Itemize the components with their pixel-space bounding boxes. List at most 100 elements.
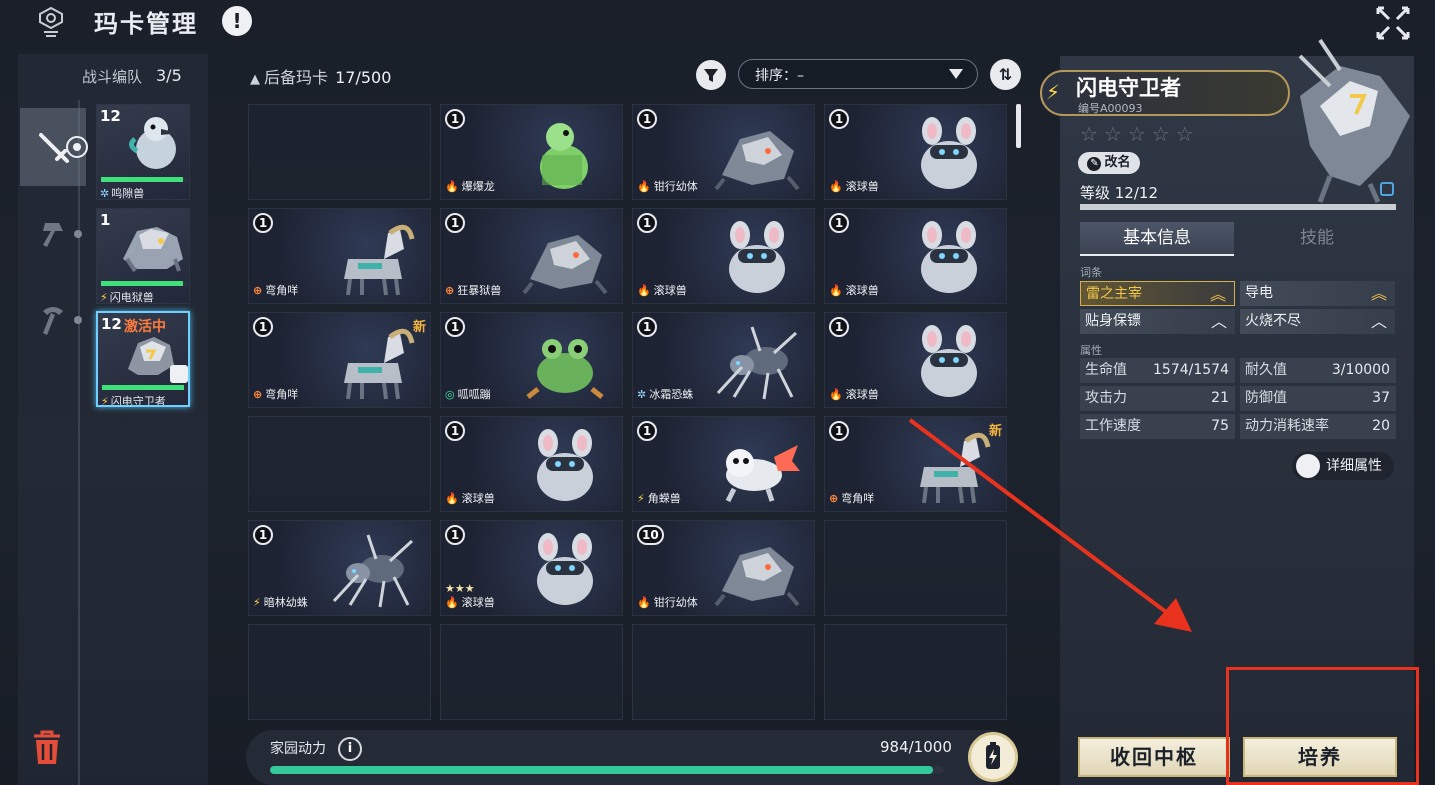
card-level: 1 <box>445 317 465 337</box>
pet-mouse-image <box>520 531 610 609</box>
stat-row: 防御值 37 <box>1240 386 1396 411</box>
team-card-level: 1 <box>100 211 111 229</box>
card-name-text: 滚球兽 <box>845 180 879 193</box>
tab-skills[interactable]: 技能 <box>1240 222 1394 256</box>
maka-card[interactable]: 1 🔥 滚球兽 <box>632 208 815 304</box>
new-badge: 新 <box>412 320 426 335</box>
ice-element-icon: ✲ <box>637 388 647 401</box>
stat-value: 37 <box>1372 390 1390 406</box>
plus-element-icon: ⊕ <box>253 388 263 401</box>
pet-id: 编号A00093 <box>1078 102 1143 115</box>
help-info-button[interactable]: ! <box>222 6 252 36</box>
empty-card-slot[interactable] <box>632 624 815 720</box>
pet-spider-image <box>328 531 418 609</box>
empty-card-slot[interactable] <box>248 104 431 200</box>
card-name: ◎ 呱呱蹦 <box>445 386 491 402</box>
card-name: 🔥 爆爆龙 <box>445 178 495 194</box>
reserve-triangle-icon: ▲ <box>250 72 260 87</box>
card-name: 🔥 滚球兽 <box>829 282 879 298</box>
team-card-level: 12 <box>101 315 122 333</box>
double-chevron-up-icon: ︽ <box>1370 284 1387 303</box>
pet-mech-beast-icon <box>123 227 183 273</box>
stat-row: 攻击力 21 <box>1080 386 1235 411</box>
tab-basic-info[interactable]: 基本信息 <box>1080 222 1234 256</box>
attributes-label: 属性 <box>1080 344 1102 357</box>
team-label: 战斗编队 <box>82 68 143 86</box>
chevron-up-icon: ︿ <box>1370 312 1387 331</box>
funnel-icon <box>704 69 718 82</box>
maka-card[interactable]: 1 🔥 滚球兽 <box>824 208 1007 304</box>
maka-card[interactable]: 1 🔥 钳行幼体 <box>632 104 815 200</box>
maka-card[interactable]: 1 ⚡ 角蝾兽 <box>632 416 815 512</box>
team-card-level: 12 <box>100 107 121 125</box>
stat-value: 3/10000 <box>1331 362 1390 378</box>
card-level: 1 <box>445 109 465 129</box>
trait-name: 导电 <box>1245 285 1273 301</box>
filter-button[interactable] <box>696 60 726 90</box>
rename-button[interactable]: ✎ 改名 <box>1078 152 1140 174</box>
empty-card-slot[interactable] <box>440 624 623 720</box>
level-progress-bar <box>1080 204 1396 210</box>
maka-card[interactable]: 1 🔥 滚球兽 <box>440 416 623 512</box>
recall-to-hub-button[interactable]: 收回中枢 <box>1078 737 1230 777</box>
lock-icon[interactable] <box>1380 182 1394 196</box>
annotation-highlight-box <box>1226 667 1419 785</box>
maka-card[interactable]: 1 ◎ 呱呱蹦 <box>440 312 623 408</box>
maka-card[interactable]: 1 ⊕ 狂暴狱兽 <box>440 208 623 304</box>
empty-card-slot[interactable] <box>248 624 431 720</box>
fire-element-icon: 🔥 <box>445 492 459 505</box>
sort-dropdown[interactable]: 排序：– <box>738 59 978 89</box>
maka-card[interactable]: 1 🔥 爆爆龙 <box>440 104 623 200</box>
maka-card[interactable]: 1 ★★★ 🔥 滚球兽 <box>440 520 623 616</box>
grid-scrollbar[interactable] <box>1016 104 1021 148</box>
team-card-selected[interactable]: 12 激活中 ⚡ 闪电守卫者 <box>96 311 190 407</box>
maka-card[interactable]: 1 ⚡ 暗林幼蛛 <box>248 520 431 616</box>
ice-element-icon: ✲ <box>100 187 110 200</box>
pickaxe-icon <box>43 307 63 335</box>
power-info-icon[interactable]: i <box>338 737 362 761</box>
card-name-text: 滚球兽 <box>461 492 495 505</box>
pet-goat-image <box>328 323 418 401</box>
reserve-label-text: 后备玛卡 <box>264 68 329 87</box>
chevron-up-icon: ︿ <box>1210 312 1227 331</box>
pet-frog-image <box>520 323 610 401</box>
game-logo-icon <box>36 6 66 38</box>
trait-item[interactable]: 雷之主宰 ︽ <box>1080 281 1235 306</box>
empty-card-slot[interactable] <box>248 416 431 512</box>
fire-element-icon: 🔥 <box>829 284 843 297</box>
maka-card[interactable]: 1 ✲ 冰霜恐蛛 <box>632 312 815 408</box>
trait-item[interactable]: 导电 ︽ <box>1240 281 1395 306</box>
pet-mouse-image <box>712 219 802 297</box>
trait-item[interactable]: 火烧不尽 ︿ <box>1240 309 1395 334</box>
pet-portrait-image <box>1260 36 1420 206</box>
team-card[interactable]: 1 ⚡ 闪电狱兽 <box>96 208 190 304</box>
plus-element-icon: ⊕ <box>445 284 455 297</box>
card-name: ⚡ 暗林幼蛛 <box>253 594 308 610</box>
maka-card[interactable]: 1 新 ⊕ 弯角咩 <box>248 312 431 408</box>
stat-key: 耐久值 <box>1245 362 1287 378</box>
fire-element-icon: 🔥 <box>829 180 843 193</box>
bolt-element-icon: ⚡ <box>637 492 645 505</box>
card-name: 🔥 滚球兽 <box>445 490 495 506</box>
card-name: ⊕ 弯角咩 <box>829 490 874 506</box>
sort-order-button[interactable]: ⇅ <box>990 59 1021 90</box>
maka-card[interactable]: 10 🔥 钳行幼体 <box>632 520 815 616</box>
trait-item[interactable]: 贴身保镖 ︿ <box>1080 309 1235 334</box>
maka-card[interactable]: 1 🔥 滚球兽 <box>824 104 1007 200</box>
fire-element-icon: 🔥 <box>445 596 459 609</box>
plus-element-icon: ⊕ <box>829 492 839 505</box>
card-level: 1 <box>445 213 465 233</box>
detail-attributes-button[interactable]: 详细属性 <box>1292 452 1394 480</box>
card-name-text: 弯角咩 <box>265 388 299 401</box>
team-card[interactable]: 12 ✲ 鸣隙兽 <box>96 104 190 200</box>
trash-icon[interactable] <box>30 730 64 766</box>
team-card-name-text: 闪电守卫者 <box>110 395 166 407</box>
maka-card[interactable]: 1 🔥 滚球兽 <box>824 312 1007 408</box>
pet-dino-image <box>520 115 610 193</box>
team-card-hp-bar <box>101 281 187 286</box>
fire-element-icon: 🔥 <box>637 596 651 609</box>
card-level: 1 <box>829 317 849 337</box>
battery-icon[interactable] <box>968 732 1018 782</box>
card-name-text: 冰霜恐蛛 <box>649 388 694 401</box>
maka-card[interactable]: 1 ⊕ 弯角咩 <box>248 208 431 304</box>
